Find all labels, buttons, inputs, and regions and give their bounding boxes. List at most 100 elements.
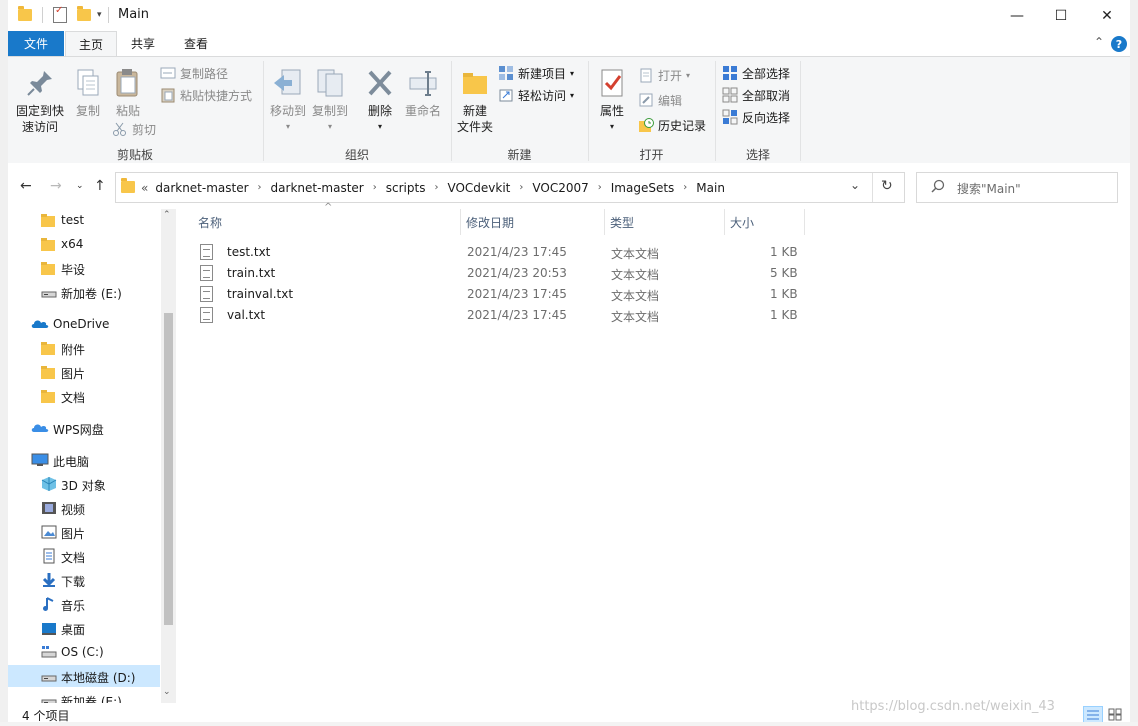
breadcrumb-imagesets[interactable]: ImageSets bbox=[611, 181, 675, 195]
nav-item-3[interactable]: 新加卷 (E:) bbox=[8, 281, 160, 303]
paste-button[interactable]: 粘贴 bbox=[110, 67, 146, 119]
breadcrumb-chevron-icon[interactable]: › bbox=[434, 182, 438, 193]
nav-item-14[interactable]: 下载 bbox=[8, 569, 160, 591]
nav-item-6[interactable]: 图片 bbox=[8, 361, 160, 383]
search-box[interactable]: 搜索"Main" bbox=[916, 172, 1118, 203]
select-none-button[interactable]: 全部取消 bbox=[722, 85, 790, 105]
up-arrow-icon[interactable]: ↑ bbox=[94, 178, 106, 194]
breadcrumb-darknet-master[interactable]: darknet-master bbox=[155, 181, 248, 195]
history-button[interactable]: 历史记录 bbox=[638, 115, 706, 135]
nav-item-11[interactable]: 视频 bbox=[8, 497, 160, 519]
column-divider[interactable] bbox=[724, 209, 725, 235]
toolbar-divider bbox=[107, 7, 109, 23]
file-row[interactable]: test.txt 2021/4/23 17:45 文本文档 1 KB bbox=[196, 242, 798, 263]
breadcrumb-chevron-icon[interactable]: › bbox=[598, 182, 602, 193]
copy-icon bbox=[72, 67, 104, 99]
column-header-type[interactable]: 类型 bbox=[610, 209, 634, 235]
tab-share[interactable]: 共享 bbox=[118, 31, 168, 56]
nav-item-0[interactable]: test bbox=[8, 209, 160, 231]
nav-item-label: 桌面 bbox=[61, 623, 86, 637]
tab-file[interactable]: 文件 bbox=[8, 31, 64, 56]
music-icon bbox=[41, 596, 57, 615]
copy-button[interactable]: 复制 bbox=[70, 67, 106, 119]
column-header-name[interactable]: 名称 bbox=[198, 209, 222, 235]
breadcrumb-chevron-icon[interactable]: › bbox=[258, 182, 262, 193]
forward-arrow-icon[interactable]: → bbox=[50, 178, 62, 194]
nav-item-1[interactable]: x64 bbox=[8, 233, 160, 255]
tab-home[interactable]: 主页 bbox=[65, 31, 117, 57]
breadcrumb-overflow[interactable]: « bbox=[141, 181, 148, 195]
file-row[interactable]: val.txt 2021/4/23 17:45 文本文档 1 KB bbox=[196, 305, 798, 326]
new-item-button[interactable]: 新建项目 ▾ bbox=[498, 63, 574, 83]
copy-to-label: 复制到 bbox=[311, 104, 348, 118]
move-to-button[interactable]: 移动到 ▾ bbox=[268, 67, 308, 135]
breadcrumb-voc2007[interactable]: VOC2007 bbox=[532, 181, 588, 195]
nav-item-18[interactable]: 本地磁盘 (D:) bbox=[8, 665, 160, 687]
invert-selection-button[interactable]: 反向选择 bbox=[722, 107, 790, 127]
nav-item-2[interactable]: 毕设 bbox=[8, 257, 160, 279]
collapse-ribbon-icon[interactable]: ⌃ bbox=[1094, 35, 1104, 49]
desktop-icon bbox=[41, 620, 57, 639]
search-input[interactable]: 搜索"Main" bbox=[957, 180, 1021, 197]
pin-quick-access-button[interactable]: 固定到快 速访问 bbox=[12, 67, 68, 135]
tab-view[interactable]: 查看 bbox=[171, 31, 221, 56]
search-icon bbox=[931, 179, 945, 196]
help-icon[interactable]: ? bbox=[1111, 36, 1127, 52]
refresh-icon[interactable]: ↻ bbox=[881, 178, 893, 194]
column-divider[interactable] bbox=[804, 209, 805, 235]
paste-shortcut-button[interactable]: 粘贴快捷方式 bbox=[160, 85, 252, 105]
address-bar[interactable]: « darknet-master › darknet-master › scri… bbox=[115, 172, 905, 203]
nav-item-19[interactable]: 新加卷 (E:) bbox=[8, 689, 160, 703]
column-header-modified[interactable]: 修改日期 bbox=[466, 209, 514, 235]
large-icons-view-icon[interactable] bbox=[1106, 706, 1124, 722]
address-dropdown-icon[interactable]: ⌄ bbox=[850, 178, 860, 192]
scroll-down-icon[interactable]: ⌄ bbox=[163, 687, 171, 697]
nav-item-16[interactable]: 桌面 bbox=[8, 617, 160, 639]
rename-button[interactable]: 重命名 bbox=[402, 67, 444, 119]
maximize-button[interactable]: ☐ bbox=[1038, 0, 1084, 31]
new-folder-button[interactable]: 新建 文件夹 bbox=[454, 67, 496, 135]
nav-item-7[interactable]: 文档 bbox=[8, 385, 160, 407]
nav-item-13[interactable]: 文档 bbox=[8, 545, 160, 567]
nav-item-10[interactable]: 3D 对象 bbox=[8, 473, 160, 495]
easy-access-button[interactable]: 轻松访问 ▾ bbox=[498, 85, 574, 105]
select-all-button[interactable]: 全部选择 bbox=[722, 63, 790, 83]
nav-item-4[interactable]: OneDrive bbox=[8, 313, 160, 335]
customize-toolbar-icon[interactable]: ▾ bbox=[97, 10, 102, 20]
nav-item-15[interactable]: 音乐 bbox=[8, 593, 160, 615]
column-divider[interactable] bbox=[460, 209, 461, 235]
nav-item-5[interactable]: 附件 bbox=[8, 337, 160, 359]
breadcrumb-chevron-icon[interactable]: › bbox=[683, 182, 687, 193]
nav-item-9[interactable]: 此电脑 bbox=[8, 449, 160, 471]
cut-button[interactable]: 剪切 bbox=[112, 119, 156, 139]
breadcrumb-main[interactable]: Main bbox=[696, 181, 725, 195]
file-row[interactable]: trainval.txt 2021/4/23 17:45 文本文档 1 KB bbox=[196, 284, 798, 305]
scroll-up-icon[interactable]: ⌃ bbox=[163, 210, 171, 220]
close-button[interactable]: ✕ bbox=[1084, 0, 1130, 31]
open-button[interactable]: 打开 ▾ bbox=[638, 65, 690, 85]
minimize-button[interactable]: — bbox=[994, 0, 1040, 31]
copy-to-button[interactable]: 复制到 ▾ bbox=[310, 67, 350, 135]
back-arrow-icon[interactable]: ← bbox=[20, 178, 32, 194]
nav-pane-scrollbar[interactable]: ⌃ ⌄ bbox=[161, 209, 176, 703]
properties-button[interactable]: 属性 ▾ bbox=[592, 67, 632, 135]
recent-locations-icon[interactable]: ⌄ bbox=[76, 181, 84, 191]
new-folder-icon[interactable] bbox=[77, 6, 91, 21]
nav-item-12[interactable]: 图片 bbox=[8, 521, 160, 543]
properties-icon[interactable] bbox=[53, 5, 67, 23]
breadcrumb-vocdevkit[interactable]: VOCdevkit bbox=[447, 181, 510, 195]
scrollbar-thumb[interactable] bbox=[164, 313, 173, 625]
delete-button[interactable]: 删除 ▾ bbox=[360, 67, 400, 135]
breadcrumb-chevron-icon[interactable]: › bbox=[519, 182, 523, 193]
column-header-size[interactable]: 大小 bbox=[730, 209, 754, 235]
nav-item-label: OneDrive bbox=[53, 317, 110, 331]
edit-button[interactable]: 编辑 bbox=[638, 90, 682, 110]
nav-item-8[interactable]: WPS网盘 bbox=[8, 417, 160, 439]
column-divider[interactable] bbox=[604, 209, 605, 235]
breadcrumb-darknet-master-inner[interactable]: darknet-master bbox=[271, 181, 364, 195]
copy-path-button[interactable]: 复制路径 bbox=[160, 63, 228, 83]
file-row[interactable]: train.txt 2021/4/23 20:53 文本文档 5 KB bbox=[196, 263, 798, 284]
breadcrumb-scripts[interactable]: scripts bbox=[386, 181, 426, 195]
nav-item-17[interactable]: OS (C:) bbox=[8, 641, 160, 663]
breadcrumb-chevron-icon[interactable]: › bbox=[373, 182, 377, 193]
